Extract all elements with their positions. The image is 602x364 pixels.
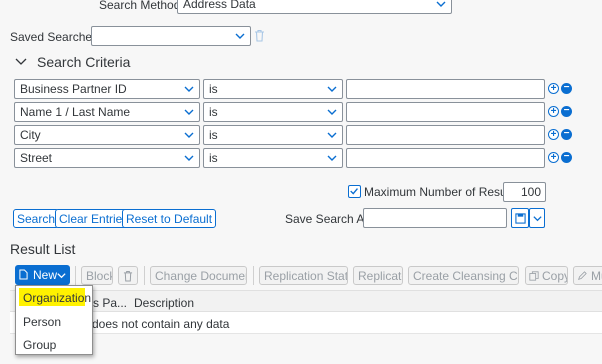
criteria-field-select[interactable]: Street: [14, 148, 200, 168]
save-search-button[interactable]: [511, 208, 529, 228]
column-header-bp[interactable]: s Pa...: [93, 296, 127, 310]
reset-default-button[interactable]: Reset to Default: [122, 209, 217, 228]
chevron-down-icon: [327, 86, 337, 92]
empty-table-text: does not contain any data: [92, 317, 230, 331]
chevron-down-icon: [184, 86, 194, 92]
chevron-down-icon: [327, 155, 337, 161]
add-criteria-icon[interactable]: +: [548, 83, 559, 94]
search-method-value: Address Data: [183, 0, 256, 11]
delete-saved-search-icon[interactable]: [254, 29, 265, 42]
criteria-operator-select[interactable]: is: [203, 125, 343, 145]
edit-pencil-icon: [578, 271, 587, 280]
add-criteria-icon[interactable]: +: [548, 152, 559, 163]
remove-criteria-icon[interactable]: −: [561, 83, 572, 94]
replicate-button[interactable]: Replicate: [353, 266, 403, 285]
toolbar-separator: [253, 266, 254, 285]
criteria-field-select[interactable]: City: [14, 125, 200, 145]
criteria-value-input[interactable]: [346, 148, 545, 168]
checkmark-icon: [350, 188, 358, 195]
save-search-as-input[interactable]: [363, 208, 507, 228]
max-results-input[interactable]: 100: [503, 182, 546, 202]
new-button-label: New: [33, 268, 58, 282]
remove-criteria-icon[interactable]: −: [561, 152, 572, 163]
result-list-title: Result List: [10, 241, 76, 257]
criteria-operator-select[interactable]: is: [203, 102, 343, 122]
clear-entries-button[interactable]: Clear Entries: [55, 209, 133, 228]
search-button[interactable]: Search: [13, 209, 60, 228]
chevron-down-icon: [57, 273, 66, 279]
chevron-down-icon: [235, 33, 245, 39]
saved-searches-label: Saved Searches:: [10, 30, 102, 44]
max-results-label: Maximum Number of Results:: [364, 185, 523, 199]
criteria-operator-value: is: [209, 128, 218, 142]
criteria-field-select[interactable]: Business Partner ID: [14, 79, 200, 99]
criteria-field-value: City: [20, 128, 41, 142]
menu-item-organization[interactable]: Organization: [16, 291, 91, 305]
criteria-value-input[interactable]: [346, 102, 545, 122]
chevron-down-icon: [327, 109, 337, 115]
menu-item-group[interactable]: Group: [16, 338, 56, 352]
trash-icon: [123, 270, 133, 282]
toolbar-separator: [144, 266, 145, 285]
new-button[interactable]: New: [15, 265, 70, 285]
save-search-as-label: Save Search As:: [285, 212, 374, 226]
chevron-down-icon: [436, 1, 446, 7]
remove-criteria-icon[interactable]: −: [561, 129, 572, 140]
copy-button[interactable]: Copy: [525, 266, 568, 285]
block-button[interactable]: Block: [81, 266, 113, 285]
new-menu: Organization Person Group: [15, 285, 93, 355]
chevron-down-icon: [327, 132, 337, 138]
delete-button[interactable]: [118, 266, 138, 285]
remove-criteria-icon[interactable]: −: [561, 106, 572, 117]
criteria-field-value: Street: [20, 151, 53, 165]
criteria-value-input[interactable]: [346, 79, 545, 99]
criteria-field-value: Name 1 / Last Name: [20, 105, 131, 119]
change-documents-button[interactable]: Change Documents: [150, 266, 247, 285]
column-header-description[interactable]: Description: [134, 296, 194, 310]
new-document-icon: [19, 269, 28, 280]
saved-searches-select[interactable]: [91, 26, 251, 46]
toolbar-separator: [75, 266, 76, 285]
collapse-chevron-icon[interactable]: [15, 57, 27, 67]
criteria-operator-value: is: [209, 82, 218, 96]
add-criteria-icon[interactable]: +: [548, 106, 559, 117]
menu-item-person[interactable]: Person: [16, 315, 61, 329]
criteria-field-value: Business Partner ID: [20, 82, 127, 96]
max-results-checkbox[interactable]: [348, 185, 361, 198]
criteria-operator-value: is: [209, 151, 218, 165]
chevron-down-icon: [184, 155, 194, 161]
chevron-down-icon: [184, 109, 194, 115]
create-cleansing-case-button[interactable]: Create Cleansing Case: [408, 266, 519, 285]
chevron-down-icon: [184, 132, 194, 138]
copy-icon: [529, 271, 539, 281]
search-method-select[interactable]: Address Data: [177, 0, 452, 14]
more-button[interactable]: Mu: [573, 266, 602, 285]
chevron-down-icon: [533, 216, 542, 222]
search-criteria-title: Search Criteria: [37, 54, 131, 70]
search-method-label: Search Method:: [99, 0, 184, 12]
more-button-label: Mu: [591, 269, 602, 283]
save-options-button[interactable]: [529, 208, 545, 228]
criteria-operator-select[interactable]: is: [203, 79, 343, 99]
replication-status-button[interactable]: Replication Status: [259, 266, 348, 285]
add-criteria-icon[interactable]: +: [548, 129, 559, 140]
criteria-operator-select[interactable]: is: [203, 148, 343, 168]
criteria-operator-value: is: [209, 105, 218, 119]
save-icon: [515, 213, 526, 224]
criteria-field-select[interactable]: Name 1 / Last Name: [14, 102, 200, 122]
criteria-value-input[interactable]: [346, 125, 545, 145]
copy-button-label: Copy: [542, 269, 568, 283]
